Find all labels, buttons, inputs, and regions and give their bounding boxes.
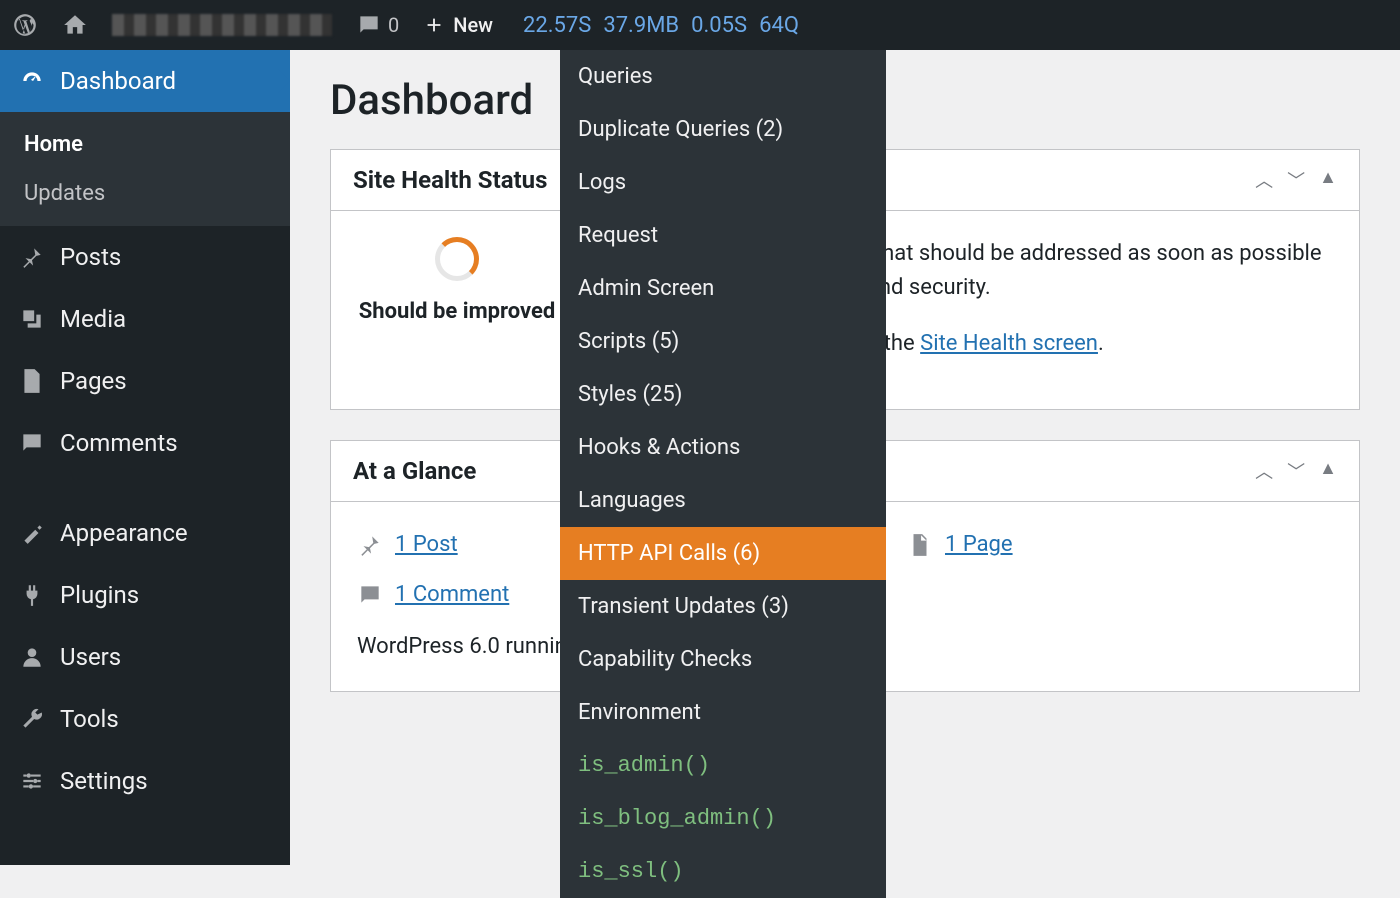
glance-pages[interactable]: 1 Page (907, 528, 1167, 562)
sidebar-item-label: Settings (60, 767, 148, 795)
sidebar-item-comments[interactable]: Comments (0, 412, 290, 474)
media-icon (18, 305, 46, 333)
qm-memory: 37.9MB (603, 13, 679, 38)
qm-query-count: 64Q (759, 13, 799, 38)
settings-icon (18, 767, 46, 795)
site-health-status-label: Should be improved (357, 295, 557, 329)
home-link[interactable] (50, 0, 100, 50)
admin-menu: Dashboard HomeUpdates Posts Media Pages Comme… (0, 50, 290, 865)
sidebar-item-tools[interactable]: Tools (0, 688, 290, 750)
qm-time: 22.57S (523, 13, 591, 38)
sidebar-item-media[interactable]: Media (0, 288, 290, 350)
user-icon (18, 643, 46, 671)
query-monitor-stats[interactable]: 22.57S 37.9MB 0.05S 64Q (505, 0, 817, 50)
plugin-icon (18, 581, 46, 609)
sidebar-item-label: Comments (60, 429, 178, 457)
move-up-icon[interactable]: ︿ (1255, 458, 1273, 484)
sidebar-item-dashboard[interactable]: Dashboard (0, 50, 290, 112)
sidebar-item-label: Pages (60, 367, 127, 395)
sidebar-item-label: Dashboard (60, 67, 176, 95)
qm-item[interactable]: is_ssl() (560, 845, 886, 898)
postbox-controls: ︿ ﹀ ▲ (1255, 167, 1337, 193)
sidebar-submenu: HomeUpdates (0, 112, 290, 226)
pin-icon (18, 243, 46, 271)
appearance-icon (18, 519, 46, 547)
move-down-icon[interactable]: ﹀ (1287, 167, 1305, 193)
qm-item[interactable]: is_admin() (560, 739, 886, 792)
qm-item[interactable]: is_blog_admin() (560, 792, 886, 845)
progress-circle-icon (435, 237, 479, 281)
qm-item[interactable]: Request (560, 209, 886, 262)
qm-db-time: 0.05S (691, 13, 747, 38)
admin-bar: 0 New 22.57S 37.9MB 0.05S 64Q (0, 0, 1400, 50)
sidebar-item-appearance[interactable]: Appearance (0, 502, 290, 564)
sidebar-item-pages[interactable]: Pages (0, 350, 290, 412)
query-monitor-menu: QueriesDuplicate Queries (2)LogsRequestA… (560, 50, 886, 898)
site-health-link[interactable]: Site Health screen (920, 331, 1098, 356)
toggle-icon[interactable]: ▲ (1319, 458, 1337, 484)
comment-count: 0 (388, 13, 399, 37)
comment-icon (357, 582, 383, 608)
sidebar-item-posts[interactable]: Posts (0, 226, 290, 288)
qm-item[interactable]: Transient Updates (3) (560, 580, 886, 633)
sidebar-item-label: Tools (60, 705, 119, 733)
sidebar-item-users[interactable]: Users (0, 626, 290, 688)
new-label: New (453, 13, 493, 37)
qm-item[interactable]: HTTP API Calls (6) (560, 527, 886, 580)
toggle-icon[interactable]: ▲ (1319, 167, 1337, 193)
site-health-title: Site Health Status (353, 166, 547, 194)
qm-item[interactable]: Hooks & Actions (560, 421, 886, 474)
wp-logo[interactable] (0, 0, 50, 50)
qm-item[interactable]: Scripts (5) (560, 315, 886, 368)
sidebar-item-label: Posts (60, 243, 121, 271)
move-up-icon[interactable]: ︿ (1255, 167, 1273, 193)
sidebar-sub-updates[interactable]: Updates (0, 169, 290, 218)
qm-item[interactable]: Capability Checks (560, 633, 886, 686)
tools-icon (18, 705, 46, 733)
qm-item[interactable]: Styles (25) (560, 368, 886, 421)
postbox-controls: ︿ ﹀ ▲ (1255, 458, 1337, 484)
sidebar-item-label: Plugins (60, 581, 139, 609)
page-icon (907, 532, 933, 558)
site-health-indicator: Should be improved (357, 237, 557, 329)
dashboard-icon (18, 67, 46, 95)
new-content-button[interactable]: New (411, 0, 505, 50)
sidebar-sub-home[interactable]: Home (0, 120, 290, 169)
qm-item[interactable]: Admin Screen (560, 262, 886, 315)
qm-item[interactable]: Logs (560, 156, 886, 209)
site-name[interactable] (100, 0, 344, 50)
sidebar-item-label: Users (60, 643, 121, 671)
sidebar-item-label: Media (60, 305, 126, 333)
qm-item[interactable]: Queries (560, 50, 886, 103)
sidebar-item-label: Appearance (60, 519, 188, 547)
sidebar-item-settings[interactable]: Settings (0, 750, 290, 812)
redacted-text (112, 14, 332, 36)
comment-icon (18, 429, 46, 457)
pin-icon (357, 532, 383, 558)
page-icon (18, 367, 46, 395)
qm-item[interactable]: Duplicate Queries (2) (560, 103, 886, 156)
move-down-icon[interactable]: ﹀ (1287, 458, 1305, 484)
comments-link[interactable]: 0 (344, 0, 411, 50)
qm-item[interactable]: Environment (560, 686, 886, 739)
glance-title: At a Glance (353, 457, 476, 485)
qm-item[interactable]: Languages (560, 474, 886, 527)
sidebar-item-plugins[interactable]: Plugins (0, 564, 290, 626)
